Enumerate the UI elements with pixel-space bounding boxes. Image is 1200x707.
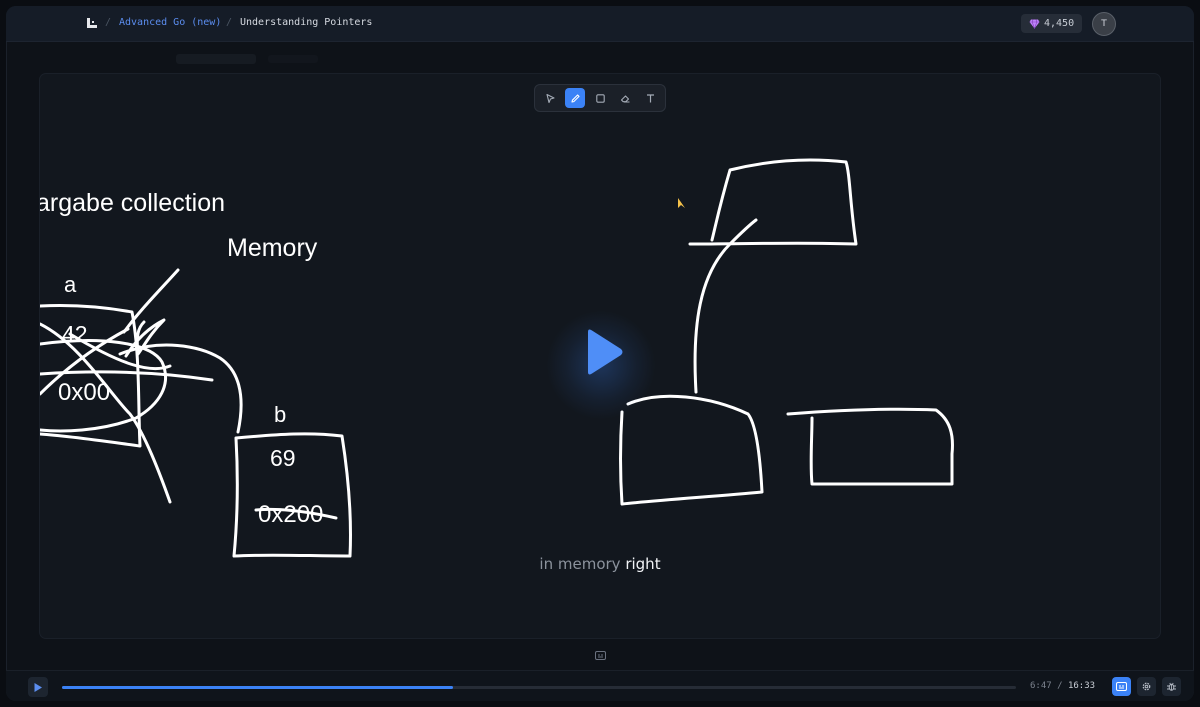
player-controls: 6:47 / 16:33 bbox=[6, 670, 1194, 701]
background-tab bbox=[268, 55, 318, 63]
breadcrumb-separator: / bbox=[226, 17, 233, 28]
label-value-b: 69 bbox=[270, 445, 296, 471]
gem-balance-badge[interactable]: 4,450 bbox=[1021, 14, 1082, 33]
label-address-a: 0x00 bbox=[58, 379, 110, 406]
label-memory: Memory bbox=[227, 234, 318, 262]
caption-text-bright: right bbox=[625, 555, 661, 573]
report-bug-button[interactable] bbox=[1162, 677, 1181, 696]
captions-icon bbox=[1116, 682, 1127, 691]
memory-box-bottom-left bbox=[619, 394, 764, 506]
breadcrumb-course-link[interactable]: Advanced Go (new) bbox=[119, 17, 221, 28]
memory-box-bottom-right bbox=[786, 407, 954, 486]
app-window: / Advanced Go (new) / Understanding Poin… bbox=[6, 6, 1194, 701]
gem-icon bbox=[1029, 18, 1040, 29]
label-garbage-collection: argabe collection bbox=[40, 189, 225, 217]
label-var-a: a bbox=[64, 272, 77, 297]
settings-button[interactable] bbox=[1137, 677, 1156, 696]
bug-icon bbox=[1167, 682, 1176, 691]
pointer-icon bbox=[545, 93, 555, 103]
play-icon[interactable] bbox=[584, 328, 624, 376]
connector-curve bbox=[693, 218, 758, 394]
top-bar: / Advanced Go (new) / Understanding Poin… bbox=[6, 6, 1194, 42]
logo-icon[interactable] bbox=[86, 17, 98, 29]
text-icon bbox=[646, 93, 654, 102]
time-display: 6:47 / 16:33 bbox=[1030, 681, 1095, 691]
subtitle-caption: in memory right bbox=[6, 555, 1194, 573]
scribble-stroke bbox=[40, 303, 142, 448]
drawing-toolbar bbox=[534, 84, 666, 112]
cursor-icon bbox=[678, 198, 685, 208]
user-avatar[interactable]: T bbox=[1092, 12, 1116, 36]
background-tab bbox=[176, 54, 256, 64]
gear-icon bbox=[1142, 682, 1151, 691]
breadcrumb-separator: / bbox=[105, 17, 112, 28]
eraser-tool[interactable] bbox=[615, 88, 635, 108]
play-button[interactable] bbox=[28, 677, 48, 697]
progress-bar[interactable] bbox=[62, 686, 1016, 689]
text-tool[interactable] bbox=[640, 88, 660, 108]
eraser-icon bbox=[620, 94, 629, 103]
memory-box-top bbox=[688, 158, 858, 246]
total-time: 16:33 bbox=[1067, 681, 1096, 691]
gem-count: 4,450 bbox=[1044, 18, 1075, 29]
progress-fill bbox=[62, 686, 454, 689]
square-icon bbox=[595, 93, 605, 103]
label-var-b: b bbox=[274, 402, 286, 427]
current-time: 6:47 bbox=[1030, 681, 1052, 691]
select-tool[interactable] bbox=[540, 88, 560, 108]
rectangle-tool[interactable] bbox=[590, 88, 610, 108]
captions-small-icon[interactable] bbox=[595, 651, 606, 660]
play-small-icon bbox=[34, 682, 42, 692]
pencil-icon bbox=[570, 93, 580, 103]
scribble-stroke bbox=[122, 268, 180, 334]
breadcrumb-lesson-title: Understanding Pointers bbox=[240, 17, 373, 28]
caption-text-dim: in memory bbox=[539, 555, 621, 573]
time-separator: / bbox=[1057, 681, 1063, 691]
label-value-a: 42 bbox=[62, 321, 88, 347]
captions-button[interactable] bbox=[1112, 677, 1131, 696]
pen-tool[interactable] bbox=[565, 88, 585, 108]
video-player[interactable]: argabe collection Memory a 42 0x00 b 69 … bbox=[40, 74, 1160, 638]
label-address-b: 0x200 bbox=[258, 501, 323, 528]
